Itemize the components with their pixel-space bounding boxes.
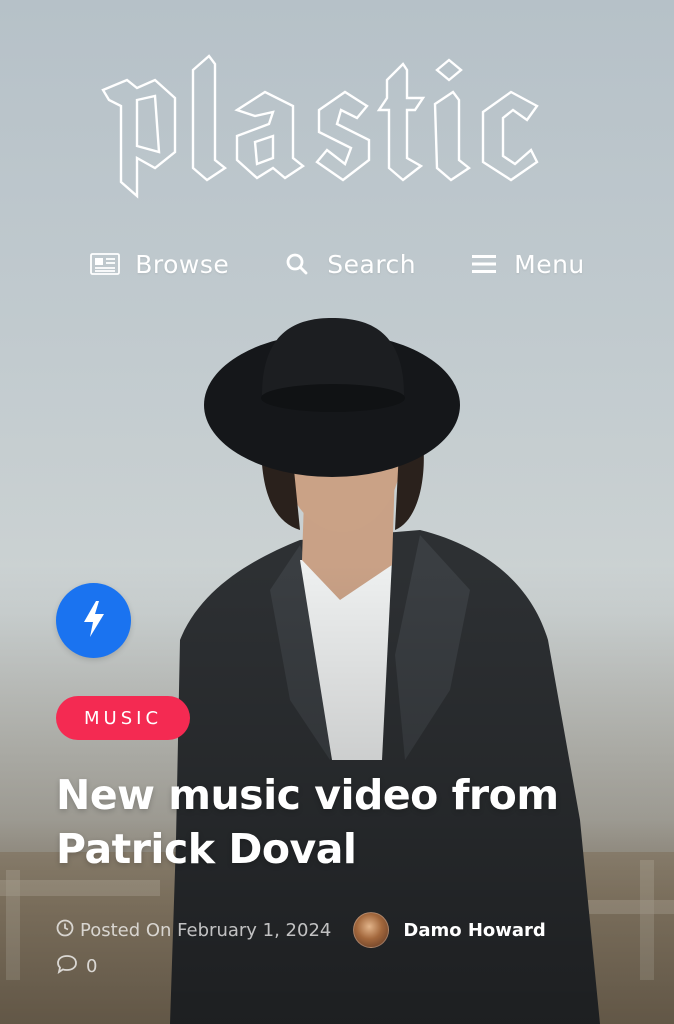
author-name: Damo Howard — [403, 919, 546, 941]
site-logo[interactable] — [0, 40, 674, 200]
author-avatar — [353, 912, 390, 948]
comment-count: 0 — [86, 956, 98, 977]
browse-button[interactable]: Browse — [89, 248, 229, 280]
category-label: MUSIC — [84, 707, 163, 729]
clock-icon — [56, 919, 74, 942]
date-text: Posted On February 1, 2024 — [80, 919, 332, 941]
menu-button[interactable]: Menu — [468, 248, 585, 280]
speech-bubble-icon — [56, 954, 78, 979]
search-label: Search — [327, 249, 417, 279]
lightning-bolt-icon — [81, 600, 107, 642]
browse-label: Browse — [135, 249, 230, 279]
category-tag[interactable]: MUSIC — [56, 696, 191, 740]
post-title[interactable]: New music video from Patrick Doval — [56, 768, 646, 876]
newspaper-icon — [89, 248, 121, 280]
main-nav: Browse Search Menu — [0, 248, 674, 280]
comments-link[interactable]: 0 — [56, 954, 97, 979]
post-date: Posted On February 1, 2024 — [56, 919, 331, 942]
plastic-logo-mark — [101, 54, 539, 199]
post-meta: Posted On February 1, 2024 Damo Howard — [56, 912, 656, 948]
hamburger-icon — [468, 248, 500, 280]
menu-label: Menu — [514, 249, 585, 279]
author-link[interactable]: Damo Howard — [353, 912, 546, 948]
search-icon — [281, 248, 313, 280]
search-button[interactable]: Search — [281, 248, 416, 280]
trending-badge[interactable] — [56, 583, 131, 658]
